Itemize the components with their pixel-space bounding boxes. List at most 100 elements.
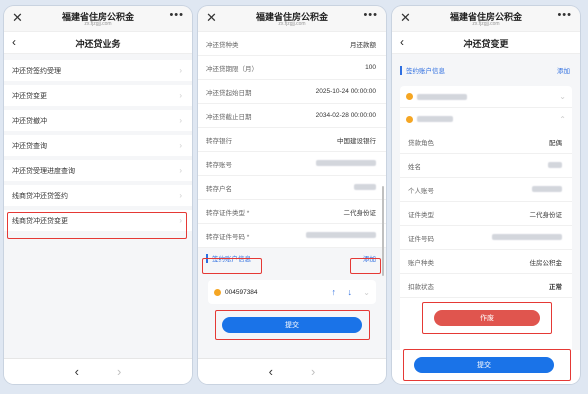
- field-label: 转存证件类型 *: [206, 209, 250, 217]
- field-value[interactable]: 月还款额: [350, 39, 376, 49]
- chevron-down-icon: ⌄: [559, 92, 566, 101]
- menu-item-revoke[interactable]: 冲还贷撤冲 ›: [4, 110, 192, 131]
- page-navbar: ‹ 冲还贷业务: [4, 32, 192, 54]
- warning-dot-icon: [406, 115, 413, 123]
- detail-label: 贷款角色: [408, 139, 434, 147]
- prev-page-icon[interactable]: ‹: [75, 364, 79, 379]
- chevron-down-icon[interactable]: ⌄: [363, 288, 370, 297]
- chevron-right-icon: ›: [179, 91, 182, 100]
- move-down-icon[interactable]: ↓: [348, 287, 353, 297]
- chevron-right-icon: ›: [179, 141, 182, 150]
- site-url: zx.fjzgjj.com: [278, 21, 306, 27]
- chevron-right-icon: ›: [179, 66, 182, 75]
- masked-value[interactable]: [354, 183, 376, 192]
- detail-value: 住房公积金: [529, 259, 563, 267]
- account-row-expanded[interactable]: ⌃: [400, 108, 572, 130]
- next-page-icon[interactable]: ›: [117, 364, 121, 379]
- menu-item-label: 冲还贷撤冲: [12, 117, 47, 125]
- field-label: 转存证件号码 *: [206, 233, 250, 241]
- detail-deduct-status: 扣款状态 正常: [400, 274, 572, 298]
- detail-value: 配偶: [549, 139, 562, 147]
- account-row-collapsed[interactable]: ⌄: [400, 86, 572, 108]
- more-menu-icon[interactable]: •••: [169, 9, 184, 21]
- detail-label: 证件号码: [408, 235, 434, 243]
- section-marker: [400, 65, 402, 75]
- field-id-number: 转存证件号码 *: [198, 224, 386, 248]
- detail-id-type: 证件类型 二代身份证: [400, 202, 572, 226]
- field-bank: 转存银行 中国建设银行: [198, 128, 386, 152]
- field-term: 冲还贷期限（月） 100: [198, 56, 386, 80]
- scrollbar[interactable]: [382, 186, 384, 276]
- more-menu-icon[interactable]: •••: [363, 9, 378, 21]
- browser-bottom-bar: ‹ ›: [4, 358, 192, 384]
- phone-screen-account-detail: ✕ 福建省住房公积金 zx.fjzgjj.com ••• ‹ 冲还贷变更 签约账…: [392, 6, 580, 384]
- field-account-name: 转存户名: [198, 176, 386, 200]
- account-number: 004597384: [225, 288, 258, 296]
- warning-dot-icon: [214, 288, 221, 296]
- menu-item-sign-accept[interactable]: 冲还贷签约受理 ›: [4, 60, 192, 81]
- masked-value: [548, 161, 562, 170]
- detail-label: 个人账号: [408, 187, 434, 195]
- menu-item-commercial-sign[interactable]: 线商贷冲还贷签约 ›: [4, 185, 192, 206]
- field-value[interactable]: 2025-10-24 00:00:00: [316, 88, 376, 95]
- field-value[interactable]: 100: [365, 64, 376, 71]
- menu-item-progress-query[interactable]: 冲还贷受理进度查询 ›: [4, 160, 192, 181]
- next-page-icon[interactable]: ›: [311, 364, 315, 379]
- field-value[interactable]: 中国建设银行: [337, 135, 376, 145]
- field-label: 冲还贷截止日期: [206, 113, 252, 121]
- menu-item-change[interactable]: 冲还贷变更 ›: [4, 85, 192, 106]
- field-label: 冲还贷期限（月）: [206, 65, 258, 73]
- phone-screen-change-form: ✕ 福建省住房公积金 zx.fjzgjj.com ••• 冲还贷种类 月还款额 冲…: [198, 6, 386, 384]
- detail-label: 证件类型: [408, 211, 434, 219]
- detail-account-kind: 账户种类 住房公积金: [400, 250, 572, 274]
- detail-label: 扣款状态: [408, 283, 434, 291]
- field-label: 冲还贷起始日期: [206, 89, 252, 97]
- menu-item-query[interactable]: 冲还贷查询 ›: [4, 135, 192, 156]
- field-type: 冲还贷种类 月还款额: [198, 32, 386, 56]
- field-label: 转存户名: [206, 185, 232, 193]
- chevron-up-icon: ⌃: [559, 114, 566, 124]
- detail-label: 姓名: [408, 163, 421, 171]
- field-value[interactable]: 2034-02-28 00:00:00: [316, 112, 376, 119]
- detail-label: 账户种类: [408, 259, 434, 267]
- form-fields: 冲还贷种类 月还款额 冲还贷期限（月） 100 冲还贷起始日期 2025-10-24 …: [198, 32, 386, 248]
- detail-value: 二代身份证: [529, 211, 563, 219]
- field-start-date: 冲还贷起始日期 2025-10-24 00:00:00: [198, 80, 386, 104]
- page-navbar: ‹ 冲还贷变更: [392, 32, 580, 54]
- phone-screen-business-menu: ✕ 福建省住房公积金 zx.fjzgjj.com ••• ‹ 冲还贷业务 冲还贷…: [4, 6, 192, 384]
- field-label: 冲还贷种类: [206, 41, 239, 49]
- highlight-box-section: [202, 258, 262, 274]
- page-title: 冲还贷业务: [75, 39, 121, 49]
- warning-dot-icon: [406, 93, 413, 100]
- masked-value[interactable]: [306, 231, 376, 240]
- masked-value[interactable]: [316, 159, 376, 168]
- page-title: 冲还贷变更: [463, 39, 509, 49]
- highlight-box-submit: [403, 349, 571, 381]
- chevron-right-icon: ›: [179, 116, 182, 125]
- masked-account: [417, 116, 453, 122]
- highlight-box-add: [350, 258, 381, 274]
- highlight-box-void: [422, 302, 552, 334]
- detail-role: 贷款角色 配偶: [400, 130, 572, 154]
- detail-id-number: 证件号码: [400, 226, 572, 250]
- add-account-button[interactable]: 添加: [557, 65, 570, 75]
- section-signed-accounts: 签约账户信息 添加: [392, 60, 580, 80]
- field-value[interactable]: 二代身份证: [344, 207, 377, 217]
- field-label: 转存银行: [206, 137, 232, 145]
- prev-page-icon[interactable]: ‹: [269, 364, 273, 379]
- menu-item-label: 冲还贷查询: [12, 142, 47, 150]
- site-url: zx.fjzgjj.com: [84, 21, 112, 27]
- chevron-right-icon: ›: [179, 191, 182, 200]
- masked-value: [492, 233, 562, 242]
- section-title: 签约账户信息: [406, 68, 445, 75]
- move-up-icon[interactable]: ↑: [332, 287, 337, 297]
- menu-item-label: 冲还贷签约受理: [12, 67, 61, 75]
- more-menu-icon[interactable]: •••: [557, 9, 572, 21]
- site-url: zx.fjzgjj.com: [472, 21, 500, 27]
- menu-list: 冲还贷签约受理 › 冲还贷变更 › 冲还贷撤冲 › 冲还贷查询 › 冲还贷受理进度查询 ›…: [4, 60, 192, 231]
- field-account-no: 转存账号: [198, 152, 386, 176]
- browser-bottom-bar: ‹ ›: [198, 358, 386, 384]
- account-card[interactable]: 004597384 ↑ ↓ ⌄: [208, 280, 376, 304]
- browser-title-bar: ✕ 福建省住房公积金 zx.fjzgjj.com •••: [392, 6, 580, 32]
- highlight-box: [7, 212, 187, 239]
